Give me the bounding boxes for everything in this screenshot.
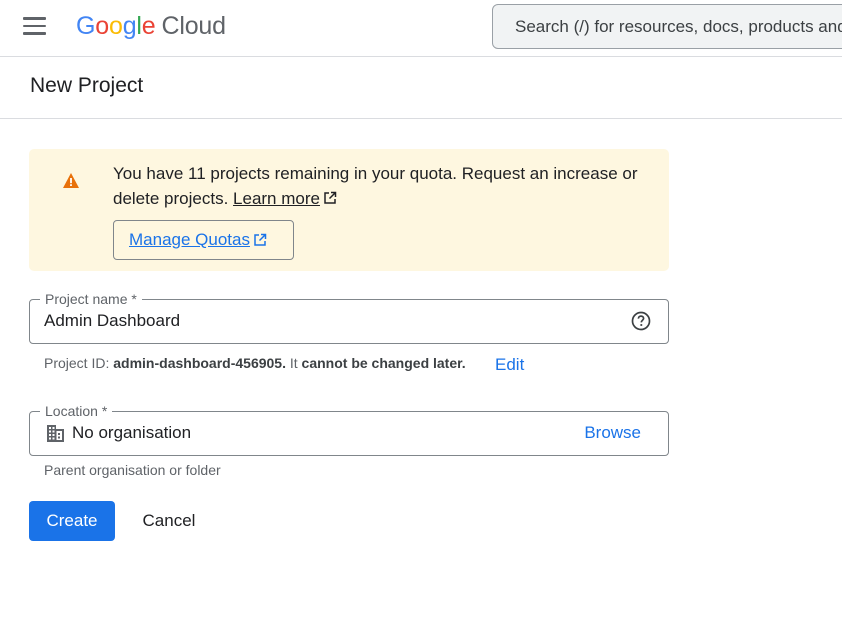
create-button[interactable]: Create <box>29 501 115 541</box>
project-name-field[interactable]: Project name * Admin Dashboard <box>29 289 669 344</box>
project-id-middle: It <box>289 355 298 371</box>
logo-letter: g <box>122 11 137 40</box>
location-field[interactable]: Location * No organisation Browse <box>29 401 669 456</box>
search-placeholder: Search (/) for resources, docs, products… <box>515 16 842 36</box>
hamburger-menu-icon[interactable] <box>14 10 54 42</box>
location-hint: Parent organisation or folder <box>44 462 221 478</box>
project-name-value[interactable]: Admin Dashboard <box>44 311 180 331</box>
manage-quotas-label: Manage Quotas <box>129 230 250 249</box>
logo-letter: G <box>76 11 96 40</box>
page-header: New Project <box>0 57 842 119</box>
learn-more-link[interactable]: Learn more <box>233 189 320 208</box>
organisation-building-icon <box>47 425 64 442</box>
location-value: No organisation <box>72 423 192 442</box>
project-name-label: Project name * <box>40 289 142 309</box>
project-id-info: Project ID: admin-dashboard-456905. It c… <box>44 355 466 371</box>
logo-letter: o <box>108 11 123 40</box>
logo-letter: e <box>141 11 156 40</box>
external-link-icon <box>324 191 337 204</box>
google-cloud-logo[interactable]: Google Cloud <box>76 9 226 43</box>
edit-project-id-button[interactable]: Edit <box>495 355 524 375</box>
help-circle-icon[interactable] <box>631 311 651 331</box>
quota-message: You have 11 projects remaining in your q… <box>113 161 653 211</box>
location-label: Location * <box>40 401 113 421</box>
project-id-value: admin-dashboard-456905. <box>113 355 286 371</box>
quota-message-text: You have 11 projects remaining in your q… <box>113 164 638 208</box>
learn-more-label: Learn more <box>233 189 320 208</box>
manage-quotas-button[interactable]: Manage Quotas <box>113 220 294 260</box>
page-title: New Project <box>30 74 144 97</box>
logo-letter: o <box>95 11 109 40</box>
project-id-prefix: Project ID: <box>44 355 110 371</box>
external-link-icon <box>254 233 267 246</box>
cancel-button[interactable]: Cancel <box>129 501 209 541</box>
project-id-suffix: cannot be changed later. <box>301 355 466 371</box>
quota-warning-banner: You have 11 projects remaining in your q… <box>29 149 669 271</box>
logo-product-name: Cloud <box>161 11 226 40</box>
browse-location-button[interactable]: Browse <box>584 423 641 443</box>
top-bar: Google Cloud Search (/) for resources, d… <box>0 0 842 57</box>
warning-icon <box>63 173 79 188</box>
search-input[interactable]: Search (/) for resources, docs, products… <box>492 4 842 49</box>
